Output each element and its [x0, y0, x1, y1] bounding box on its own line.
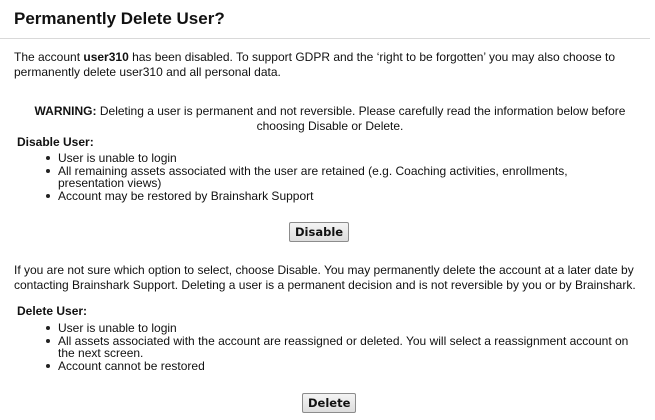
delete-button[interactable]: Delete [302, 393, 357, 413]
list-item: User is unable to login [46, 152, 636, 165]
list-item: All remaining assets associated with the… [46, 164, 636, 190]
disable-button[interactable]: Disable [289, 222, 350, 242]
guidance-note: If you are not sure which option to sele… [14, 263, 636, 292]
delete-user-heading: Delete User: [17, 304, 88, 318]
warning-text: WARNING: Deleting a user is permanent an… [14, 104, 646, 134]
disable-user-list: User is unable to login All remaining as… [46, 152, 636, 202]
warning-label: WARNING: [34, 104, 97, 118]
list-item: Account cannot be restored [46, 359, 636, 373]
account-username: user310 [83, 50, 129, 64]
list-item: All assets associated with the account a… [46, 334, 636, 360]
intro-text: The account user310 has been disabled. T… [14, 50, 644, 80]
dialog-title: Permanently Delete User? [14, 9, 225, 28]
dialog-header: Permanently Delete User? [0, 0, 650, 39]
delete-user-dialog: Permanently Delete User? The account use… [0, 0, 655, 420]
delete-user-list: User is unable to login All assets assoc… [46, 322, 636, 372]
disable-user-heading: Disable User: [17, 135, 94, 149]
list-item: User is unable to login [46, 322, 636, 335]
intro-text-part1: The account [14, 50, 84, 64]
list-item: Account may be restored by Brainshark Su… [46, 189, 636, 203]
warning-message: Deleting a user is permanent and not rev… [96, 104, 626, 133]
